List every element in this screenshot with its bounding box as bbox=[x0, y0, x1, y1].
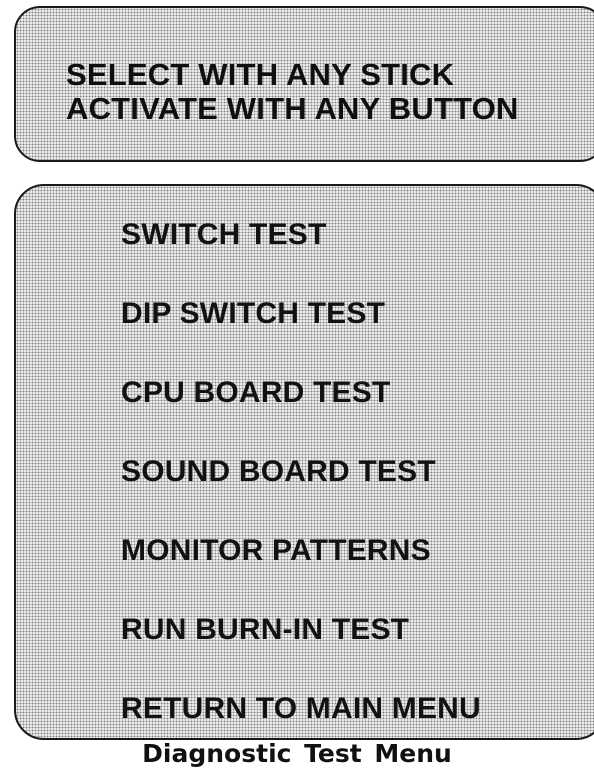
menu-item-switch-test[interactable]: SWITCH TEST bbox=[121, 218, 327, 252]
instruction-select: SELECT WITH ANY STICK bbox=[66, 57, 455, 92]
figure-caption: Diagnostic Test Menu bbox=[142, 739, 452, 768]
menu-item-sound-board-test[interactable]: SOUND BOARD TEST bbox=[121, 455, 436, 489]
menu-item-dip-switch-test[interactable]: DIP SWITCH TEST bbox=[121, 297, 385, 331]
menu-item-return-to-main-menu[interactable]: RETURN TO MAIN MENU bbox=[121, 692, 481, 726]
diagnostic-menu-panel: SWITCH TEST DIP SWITCH TEST CPU BOARD TE… bbox=[14, 184, 594, 740]
instructions-panel: SELECT WITH ANY STICK ACTIVATE WITH ANY … bbox=[14, 6, 594, 162]
menu-item-cpu-board-test[interactable]: CPU BOARD TEST bbox=[121, 376, 390, 410]
menu-item-run-burn-in-test[interactable]: RUN BURN-IN TEST bbox=[121, 613, 409, 647]
menu-item-monitor-patterns[interactable]: MONITOR PATTERNS bbox=[121, 534, 431, 568]
instruction-activate: ACTIVATE WITH ANY BUTTON bbox=[66, 91, 519, 126]
